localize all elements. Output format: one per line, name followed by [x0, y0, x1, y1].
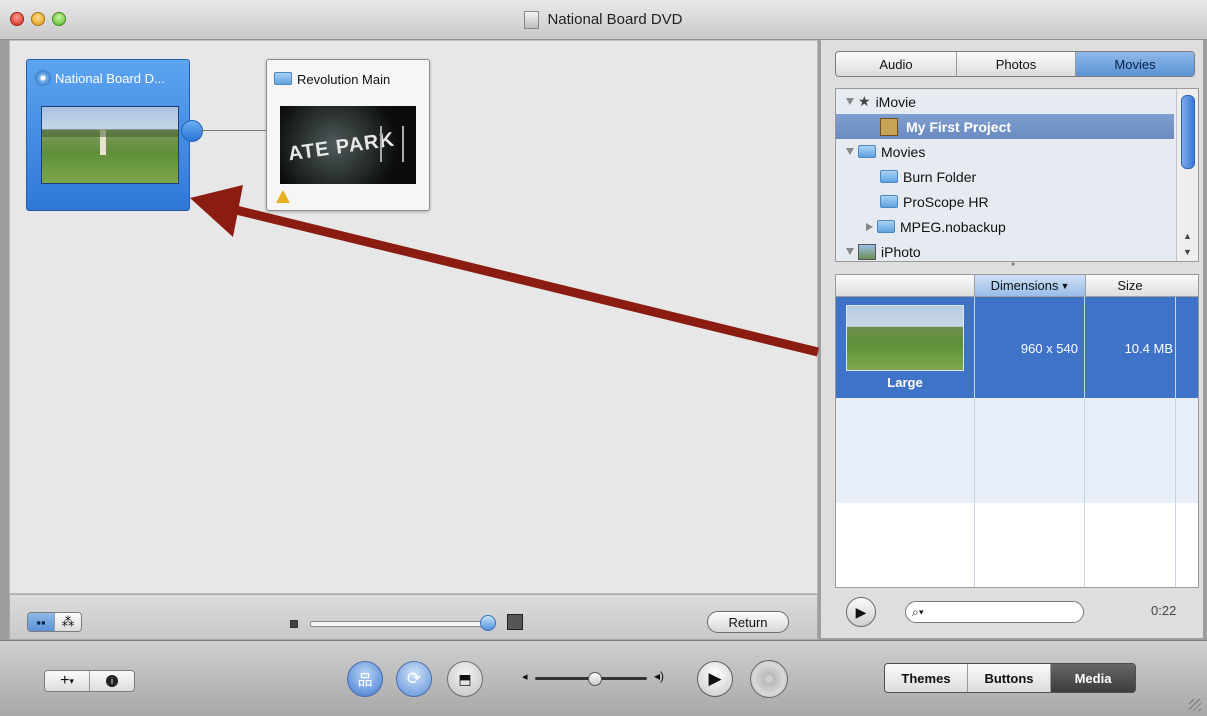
annotation-arrow [190, 185, 820, 357]
annotation-arrow-shaft [226, 203, 820, 357]
annotation-arrow-head [190, 185, 243, 237]
